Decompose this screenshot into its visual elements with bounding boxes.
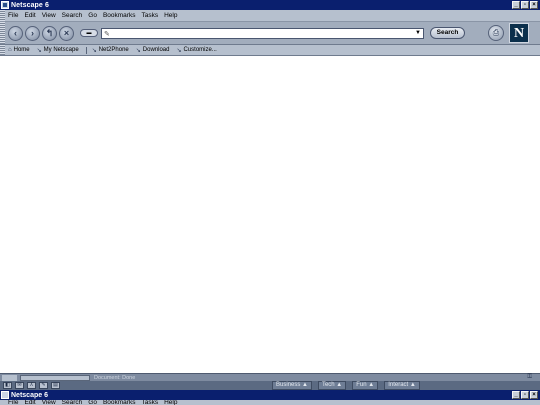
bookmark-home[interactable]: ⌂ Home [8,47,30,53]
address-book-icon[interactable]: ▤ [51,382,60,389]
second-window-menu-bar: File Edit View Search Go Bookmarks Tasks… [0,400,540,405]
forward-arrow-icon: › [31,27,34,38]
bookmark-customize-label: Customize... [183,47,217,53]
bookmark-customize[interactable]: ↘ Customize... [176,47,216,54]
netscape-logo[interactable]: N [509,23,529,43]
composer-icon[interactable]: ✎ [39,382,48,389]
menu-view[interactable]: View [42,12,56,19]
tab-business[interactable]: Business ▲ [272,381,312,390]
reload-icon: ↰ [45,27,54,38]
menu-tasks[interactable]: Tasks [141,12,158,19]
page-proxy-button[interactable]: ▬ [80,29,98,37]
menu-edit[interactable]: Edit [24,12,35,19]
second-window-title-bar: Netscape 6 _ ▫ × [0,390,540,400]
home-icon: ⌂ [8,47,12,53]
menu-file[interactable]: File [8,12,18,19]
bookmark-my-netscape[interactable]: ↘ My Netscape [37,47,79,54]
tab-fun[interactable]: Fun ▲ [352,381,379,390]
second-window-title: Netscape 6 [11,391,48,399]
page-icon: ✎ [104,30,110,38]
menu-go[interactable]: Go [88,12,97,19]
bookmark-my-netscape-label: My Netscape [43,47,79,53]
tab-interact[interactable]: Interact ▲ [384,381,420,390]
bookmark-net2phone[interactable]: ↘ Net2Phone [92,47,129,54]
menu-tasks[interactable]: Tasks [141,400,158,405]
menu-search[interactable]: Search [62,12,83,19]
maximize-button[interactable]: ▫ [521,391,529,399]
menu-bookmarks[interactable]: Bookmarks [103,12,136,19]
navigator-icon[interactable]: ◧ [3,382,12,389]
bookmark-home-label: Home [13,47,30,53]
personal-toolbar: ⌂ Home ↘ My Netscape ↘ Net2Phone ↘ Download … [0,45,540,56]
navigation-toolbar: ‹ › ↰ × ▬ ✎ ▼ Search [0,22,540,45]
print-icon: ⎙ [492,28,500,37]
back-button[interactable]: ‹ [8,25,23,41]
bookmark-net2phone-label: Net2Phone [98,47,129,53]
netscape-app-icon[interactable] [1,391,9,399]
search-button[interactable]: Search [430,27,465,39]
menu-search[interactable]: Search [62,400,83,405]
stop-button[interactable]: × [59,25,74,41]
menu-bar: File Edit View Search Go Bookmarks Tasks… [0,10,540,22]
url-area: ▬ ✎ ▼ Search [80,27,465,39]
back-arrow-icon: ‹ [14,27,17,38]
forward-button[interactable]: › [25,25,40,41]
close-button[interactable]: × [530,1,538,9]
security-icon[interactable]: ⚿ [527,374,532,381]
window-title: Netscape 6 [11,1,49,9]
bookmark-icon: ↘ [91,47,97,54]
instant-messenger-icon[interactable]: ʎ [27,382,36,389]
bookmark-icon: ↘ [135,47,141,54]
browser-content-area[interactable] [0,56,540,373]
close-button[interactable]: × [530,391,538,399]
menu-go[interactable]: Go [88,400,97,405]
toolbar-separator [85,46,87,54]
menu-help[interactable]: Help [164,12,177,19]
stop-icon: × [63,27,70,38]
mail-icon[interactable]: ✉ [15,382,24,389]
menu-edit[interactable]: Edit [24,400,35,405]
bookmark-download-label: Download [142,47,170,53]
menu-file[interactable]: File [8,400,18,405]
task-bar: ◧ ✉ ʎ ✎ ▤ [0,381,540,390]
menubar-grip[interactable] [0,10,5,21]
url-dropdown-icon[interactable]: ▼ [415,29,421,38]
menu-view[interactable]: View [42,400,56,405]
personal-toolbar-grip[interactable] [0,45,5,55]
maximize-button[interactable]: ▫ [521,1,529,9]
netscape-app-icon[interactable] [1,1,9,9]
url-field[interactable]: ✎ ▼ [101,27,424,39]
menu-help[interactable]: Help [164,400,177,405]
navbar-grip[interactable] [0,22,5,44]
taskbar-tabs: Business ▲ Tech ▲ Fun ▲ Interact ▲ [272,381,420,390]
window-controls: _ ▫ × [512,1,538,9]
page-proxy-icon: ▬ [86,30,92,36]
bookmark-download[interactable]: ↘ Download [136,47,170,54]
menu-bookmarks[interactable]: Bookmarks [103,400,136,405]
title-bar: Netscape 6 _ ▫ × [0,0,540,10]
reload-button[interactable]: ↰ [42,25,57,41]
minimize-button[interactable]: _ [512,1,520,9]
second-window-controls: _ ▫ × [512,391,538,399]
bookmark-icon: ↘ [36,47,42,54]
tab-tech[interactable]: Tech ▲ [317,381,347,390]
minimize-button[interactable]: _ [512,391,520,399]
bookmark-icon: ↘ [176,47,182,54]
print-button[interactable]: ⎙ [488,25,504,41]
